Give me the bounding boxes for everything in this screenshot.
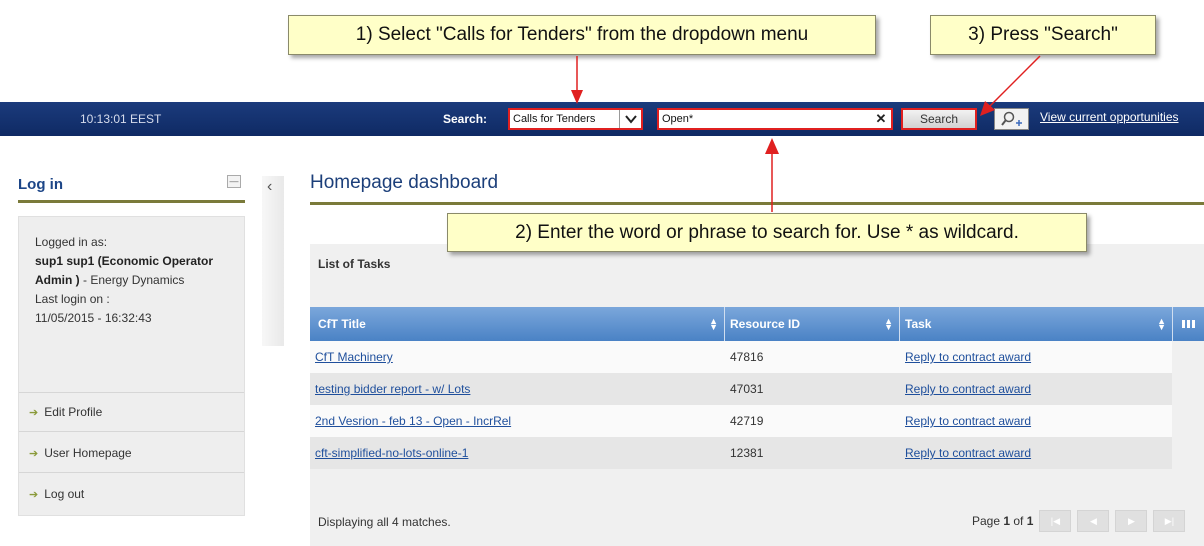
title-divider bbox=[310, 202, 1204, 205]
column-header-label: CfT Title bbox=[318, 317, 366, 331]
callout-step-1: 1) Select "Calls for Tenders" from the d… bbox=[288, 15, 876, 55]
sort-icon[interactable]: ▲ ▼ bbox=[1157, 317, 1166, 332]
tasks-panel: List of Tasks CfT Title ▲ ▼ Resource ID ▲… bbox=[310, 244, 1204, 546]
sort-icon[interactable]: ▲ ▼ bbox=[709, 317, 718, 332]
edit-profile-link[interactable]: ➔ Edit Profile bbox=[29, 405, 102, 419]
columns-menu-icon[interactable] bbox=[1173, 307, 1204, 341]
tasks-title: List of Tasks bbox=[318, 257, 391, 271]
last-login-value: 11/05/2015 - 16:32:43 bbox=[35, 311, 152, 325]
login-title: Log in bbox=[18, 176, 63, 193]
view-opportunities-link[interactable]: View current opportunities bbox=[1040, 110, 1179, 124]
task-link[interactable]: Reply to contract award bbox=[905, 437, 1031, 469]
resource-id: 47031 bbox=[730, 382, 764, 396]
last-login-label: Last login on : bbox=[35, 292, 110, 306]
column-header-task[interactable]: Task ▲ ▼ bbox=[900, 307, 1172, 341]
chevron-left-icon[interactable]: ‹ bbox=[267, 178, 272, 196]
sort-icon[interactable]: ▲ ▼ bbox=[884, 317, 893, 332]
page-prefix: Page bbox=[972, 514, 1004, 528]
table-row: cft-simplified-no-lots-online-1 12381 Re… bbox=[310, 437, 1172, 469]
collapse-sidebar-tab[interactable]: ‹ bbox=[262, 176, 284, 346]
edit-profile-label: Edit Profile bbox=[44, 405, 103, 419]
cft-title-link[interactable]: cft-simplified-no-lots-online-1 bbox=[315, 437, 468, 469]
task-link[interactable]: Reply to contract award bbox=[905, 405, 1031, 437]
login-separator bbox=[19, 431, 244, 432]
search-label: Search: bbox=[443, 112, 488, 126]
logged-in-label: Logged in as: bbox=[35, 235, 108, 249]
page-indicator: Page 1 of 1 bbox=[972, 514, 1033, 528]
log-out-link[interactable]: ➔ Log out bbox=[29, 487, 84, 501]
column-header-cft-title[interactable]: CfT Title ▲ ▼ bbox=[310, 307, 724, 341]
logged-in-user: sup1 sup1 (Economic Operator Admin ) - E… bbox=[35, 252, 235, 290]
next-page-icon[interactable]: ▶ bbox=[1115, 510, 1148, 532]
matches-count: Displaying all 4 matches. bbox=[318, 515, 451, 529]
arrow-right-icon: ➔ bbox=[29, 488, 39, 501]
arrow-right-icon: ➔ bbox=[29, 406, 39, 419]
login-separator bbox=[19, 392, 244, 393]
cft-title-link[interactable]: CfT Machinery bbox=[315, 341, 393, 373]
advanced-search-icon[interactable] bbox=[994, 108, 1029, 130]
login-divider bbox=[18, 200, 245, 203]
search-input[interactable]: Open* ✕ bbox=[657, 108, 893, 130]
minimize-icon[interactable]: — bbox=[227, 175, 241, 188]
search-type-value: Calls for Tenders bbox=[513, 113, 596, 125]
clock: 10:13:01 EEST bbox=[80, 112, 162, 126]
table-row: CfT Machinery 47816 Reply to contract aw… bbox=[310, 341, 1172, 373]
top-bar: 10:13:01 EEST Search: Calls for Tenders … bbox=[0, 102, 1204, 136]
search-button[interactable]: Search bbox=[901, 108, 977, 130]
total-pages: 1 bbox=[1026, 514, 1034, 528]
search-input-value[interactable]: Open* bbox=[659, 113, 871, 125]
search-type-dropdown[interactable]: Calls for Tenders bbox=[508, 108, 643, 130]
login-info: Logged in as: sup1 sup1 (Economic Operat… bbox=[35, 233, 235, 328]
column-header-label: Resource ID bbox=[730, 317, 801, 331]
login-panel: Logged in as: sup1 sup1 (Economic Operat… bbox=[18, 216, 245, 516]
last-page-icon[interactable]: ▶| bbox=[1153, 510, 1186, 532]
chevron-down-icon[interactable] bbox=[619, 110, 641, 128]
cft-title-link[interactable]: 2nd Vesrion - feb 13 - Open - IncrRel bbox=[315, 405, 511, 437]
resource-id: 12381 bbox=[730, 446, 764, 460]
page-title: Homepage dashboard bbox=[310, 172, 499, 193]
task-link[interactable]: Reply to contract award bbox=[905, 373, 1031, 405]
resource-id: 42719 bbox=[730, 414, 764, 428]
column-header-label: Task bbox=[905, 317, 932, 331]
log-out-label: Log out bbox=[44, 487, 85, 501]
arrow-right-icon: ➔ bbox=[29, 447, 39, 460]
table-row: 2nd Vesrion - feb 13 - Open - IncrRel 42… bbox=[310, 405, 1172, 437]
callout-step-2: 2) Enter the word or phrase to search fo… bbox=[447, 213, 1087, 252]
table-row: testing bidder report - w/ Lots 47031 Re… bbox=[310, 373, 1172, 405]
prev-page-icon[interactable]: ◀ bbox=[1077, 510, 1110, 532]
first-page-icon[interactable]: |◀ bbox=[1039, 510, 1072, 532]
arrow-step-2-head bbox=[765, 138, 779, 154]
page-middle: of bbox=[1010, 514, 1027, 528]
arrow-step-3-line bbox=[987, 55, 1041, 109]
cft-title-link[interactable]: testing bidder report - w/ Lots bbox=[315, 373, 470, 405]
task-link[interactable]: Reply to contract award bbox=[905, 341, 1031, 373]
column-header-resource-id[interactable]: Resource ID ▲ ▼ bbox=[725, 307, 899, 341]
user-homepage-label: User Homepage bbox=[44, 446, 132, 460]
pagination: Page 1 of 1 |◀ ◀ ▶ ▶| bbox=[972, 510, 1186, 532]
login-separator bbox=[19, 472, 244, 473]
resource-id: 47816 bbox=[730, 350, 764, 364]
user-org: - Energy Dynamics bbox=[79, 273, 185, 287]
user-homepage-link[interactable]: ➔ User Homepage bbox=[29, 446, 132, 460]
close-icon[interactable]: ✕ bbox=[871, 111, 891, 127]
table-header: CfT Title ▲ ▼ Resource ID ▲ ▼ Task ▲ ▼ bbox=[310, 307, 1204, 341]
callout-step-3: 3) Press "Search" bbox=[930, 15, 1156, 55]
